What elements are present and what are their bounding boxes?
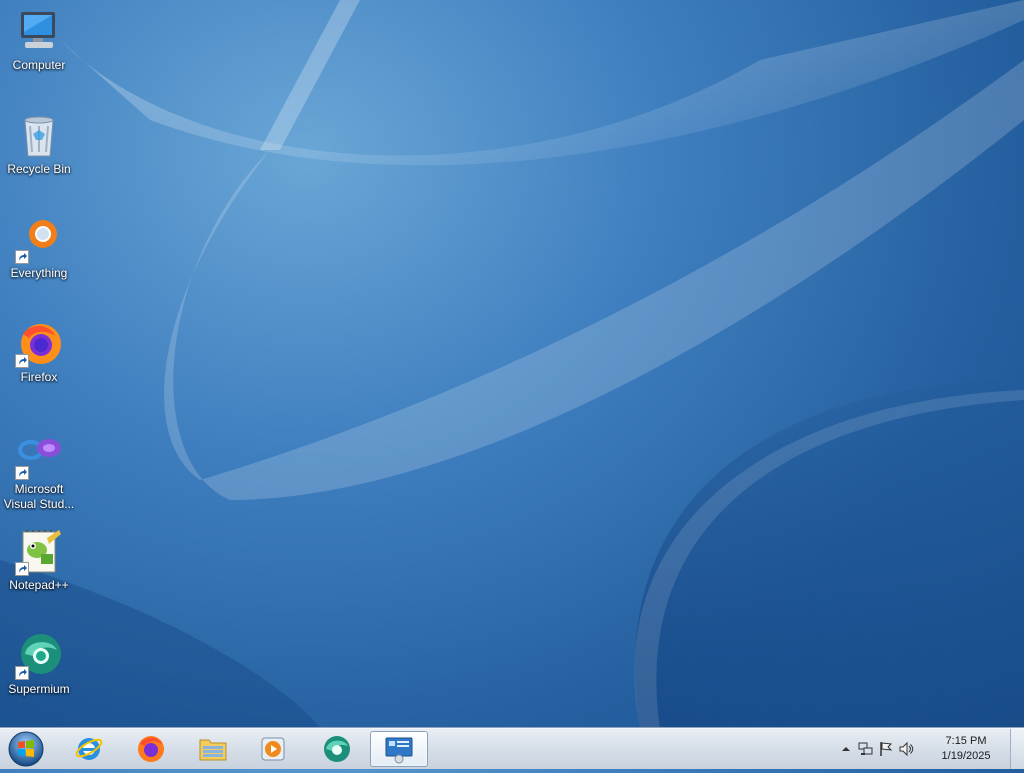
taskbar-button-supermium[interactable] (310, 731, 364, 767)
desktop-icon-label: Firefox (20, 370, 58, 384)
shortcut-arrow-icon (15, 250, 29, 264)
desktop-icon-label: Everything (10, 266, 68, 280)
desktop-icon-label: Computer (12, 58, 66, 72)
folder-icon (199, 739, 227, 761)
firefox-icon (138, 736, 164, 762)
start-button[interactable] (6, 730, 46, 768)
taskbar: 7:15 PM 1/19/2025 (0, 728, 1024, 769)
visual-studio-icon (15, 432, 63, 480)
supermium-icon (15, 632, 63, 680)
wallpaper-swirls (0, 0, 1024, 728)
taskbar-button-media-player[interactable] (246, 731, 300, 767)
everything-icon (15, 216, 63, 264)
taskbar-button-internet-explorer[interactable] (62, 731, 116, 767)
supermium-icon (324, 736, 350, 762)
shortcut-arrow-icon (15, 666, 29, 680)
media-player-icon (261, 737, 285, 761)
desktop-icon-visual-studio[interactable]: Microsoft Visual Stud... (2, 432, 76, 512)
desktop-icon-computer[interactable]: Computer (2, 8, 76, 73)
recycle-bin-icon (15, 112, 63, 160)
network-tray-button[interactable] (858, 741, 874, 757)
firefox-icon (15, 320, 63, 368)
desktop-icon-recycle-bin[interactable]: Recycle Bin (2, 112, 76, 177)
computer-icon (15, 8, 63, 56)
desktop-icon-firefox[interactable]: Firefox (2, 320, 76, 385)
clock-time: 7:15 PM (945, 735, 987, 747)
clock[interactable]: 7:15 PM 1/19/2025 (936, 734, 996, 764)
desktop-icon-everything[interactable]: Everything (2, 216, 76, 281)
clock-date: 1/19/2025 (941, 750, 991, 762)
volume-tray-button[interactable] (898, 741, 914, 757)
desktop-icon-label: Recycle Bin (7, 162, 71, 176)
taskbar-button-windows-explorer[interactable] (186, 731, 240, 767)
taskbar-button-firefox[interactable] (124, 731, 178, 767)
system-tray: 7:15 PM 1/19/2025 (834, 729, 1024, 769)
show-desktop-button[interactable] (1010, 729, 1024, 769)
desktop-icon-label: Notepad++ (9, 578, 69, 592)
remote-desktop-icon (385, 737, 413, 764)
desktop-icon-label: Microsoft Visual Stud... (3, 482, 75, 511)
speaker-icon (899, 741, 914, 757)
shortcut-arrow-icon (15, 562, 29, 576)
windows-logo-icon (8, 731, 44, 767)
notepad-plus-plus-icon (15, 528, 63, 576)
desktop-icons: Computer Recycle Bin Everything Firefox … (0, 0, 80, 728)
internet-explorer-icon (75, 738, 103, 760)
desktop-icon-label: Supermium (8, 682, 70, 696)
flag-icon (880, 742, 893, 756)
network-icon (858, 742, 873, 755)
chevron-up-icon (842, 747, 850, 751)
taskbar-button-remote-desktop[interactable] (370, 731, 428, 767)
action-center-tray-button[interactable] (878, 741, 894, 757)
shortcut-arrow-icon (15, 466, 29, 480)
show-hidden-icons-button[interactable] (838, 741, 854, 757)
shortcut-arrow-icon (15, 354, 29, 368)
desktop-icon-notepad-plus-plus[interactable]: Notepad++ (2, 528, 76, 593)
desktop-icon-supermium[interactable]: Supermium (2, 632, 76, 697)
desktop-wallpaper (0, 0, 1024, 728)
